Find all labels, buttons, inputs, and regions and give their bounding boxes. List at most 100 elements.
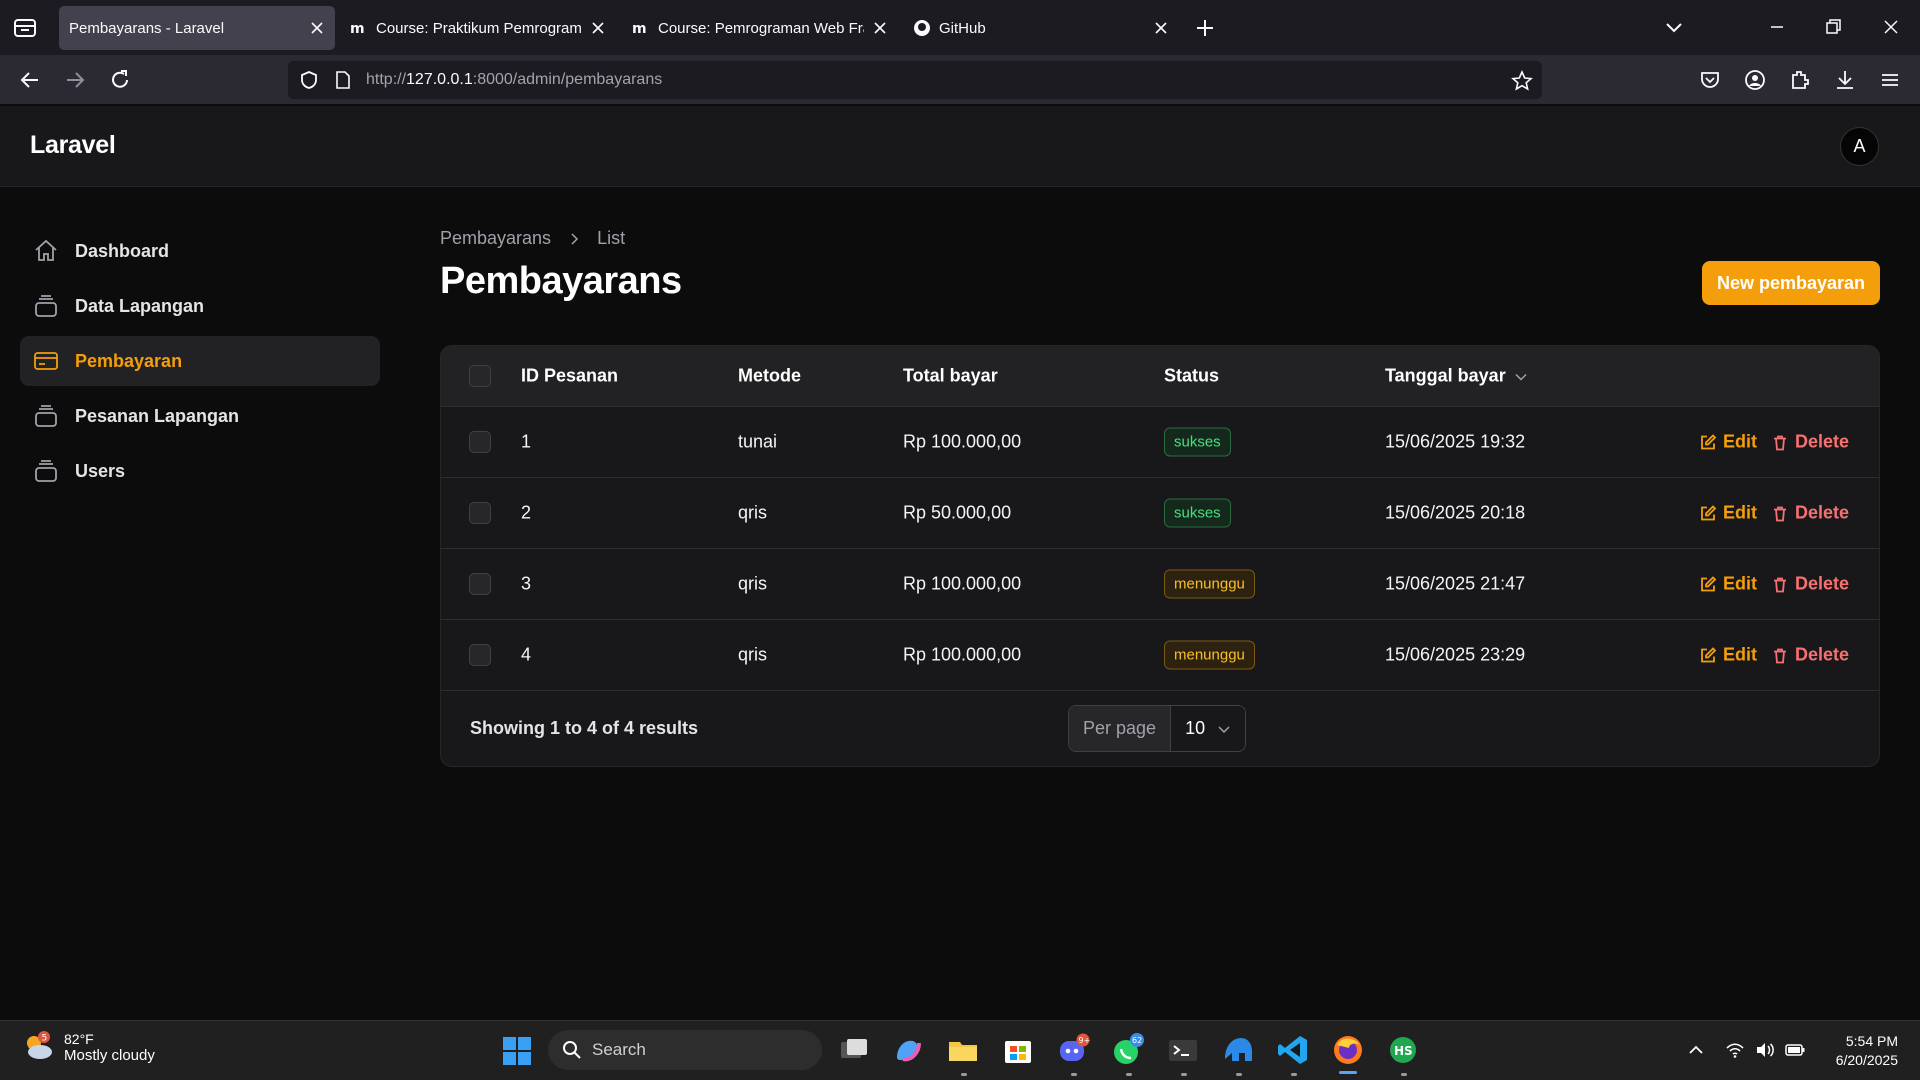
tab-course-pemrograman-web[interactable]: m Course: Pemrograman Web Frar [622,6,898,50]
list-all-tabs-icon[interactable] [12,16,38,40]
delete-button[interactable]: Delete [1771,574,1849,595]
brand-logo[interactable]: Laravel [30,131,116,160]
tab-pembayarans[interactable]: Pembayarans - Laravel [59,6,335,50]
taskbar-search[interactable]: Search [548,1030,822,1070]
account-icon[interactable] [1742,67,1768,93]
show-hidden-icons-chevron-up-icon[interactable] [1686,1041,1706,1059]
delete-button[interactable]: Delete [1771,645,1849,666]
bookmark-star-icon[interactable] [1511,70,1533,92]
cell-tanggal-bayar: 15/06/2025 20:18 [1385,502,1526,523]
firefox-icon[interactable] [1331,1033,1365,1067]
column-header-metode[interactable]: Metode [738,366,801,387]
github-icon [914,20,930,36]
column-header-id-pesanan[interactable]: ID Pesanan [521,366,618,387]
search-placeholder: Search [592,1040,646,1059]
microsoft-store-icon[interactable] [1001,1033,1035,1067]
wifi-icon[interactable] [1725,1041,1745,1059]
row-checkbox[interactable] [469,502,491,524]
home-icon [35,239,57,261]
breadcrumb-link-pembayarans[interactable]: Pembayarans [440,228,551,249]
row-checkbox[interactable] [469,644,491,666]
whatsapp-icon[interactable]: 62 [1111,1033,1145,1067]
battery-icon[interactable] [1785,1041,1805,1059]
sidebar-item-users[interactable]: Users [20,446,380,496]
table-row[interactable]: 3 qris Rp 100.000,00 menunggu 15/06/2025… [441,549,1879,620]
shield-icon[interactable] [299,70,319,90]
tab-course-praktikum[interactable]: m Course: Praktikum Pemrograma [340,6,616,50]
per-page-value[interactable]: 10 [1171,706,1246,751]
per-page-select[interactable]: Per page 10 [1068,705,1247,752]
back-icon[interactable] [17,67,43,93]
sidebar-item-data-lapangan[interactable]: Data Lapangan [20,281,380,331]
column-header-tanggal-bayar[interactable]: Tanggal bayar [1385,366,1528,387]
vscode-icon[interactable] [1276,1033,1310,1067]
row-checkbox[interactable] [469,431,491,453]
edit-button[interactable]: Edit [1699,432,1757,453]
close-icon[interactable] [309,20,325,36]
pencil-square-icon [1701,575,1717,591]
close-icon[interactable] [1153,20,1169,36]
downloads-icon[interactable] [1832,67,1858,93]
edit-label: Edit [1723,573,1757,594]
cell-id-pesanan: 1 [521,431,532,452]
sort-chevron-down-icon[interactable] [1514,369,1528,383]
discord-icon[interactable]: 9+ [1056,1033,1090,1067]
pocket-icon[interactable] [1697,67,1723,93]
page-icon[interactable] [334,70,352,90]
tableplus-elephant-icon[interactable] [1221,1033,1255,1067]
extensions-icon[interactable] [1787,67,1813,93]
file-explorer-icon[interactable] [946,1033,980,1067]
status-badge: menunggu [1164,640,1255,670]
edit-button[interactable]: Edit [1699,574,1757,595]
sidebar-item-dashboard[interactable]: Dashboard [20,226,380,276]
moodle-icon: m [350,21,365,37]
system-clock[interactable]: 5:54 PM 6/20/2025 [1836,1032,1898,1070]
row-checkbox[interactable] [469,573,491,595]
user-avatar[interactable]: A [1840,127,1879,166]
cell-id-pesanan: 2 [521,502,532,523]
column-header-status[interactable]: Status [1164,366,1219,387]
new-pembayaran-button[interactable]: New pembayaran [1702,261,1880,305]
reload-icon[interactable] [107,67,133,93]
delete-button[interactable]: Delete [1771,503,1849,524]
address-bar[interactable]: http://127.0.0.1:8000/admin/pembayarans [288,61,1542,99]
sidebar-item-pembayaran[interactable]: Pembayaran [20,336,380,386]
status-badge: menunggu [1164,569,1255,599]
delete-button[interactable]: Delete [1771,432,1849,453]
new-tab-icon[interactable] [1193,16,1217,40]
select-all-checkbox[interactable] [469,365,491,387]
heidisql-icon[interactable]: HS [1386,1033,1420,1067]
table-row[interactable]: 2 qris Rp 50.000,00 sukses 15/06/2025 20… [441,478,1879,549]
table-row[interactable]: 4 qris Rp 100.000,00 menunggu 15/06/2025… [441,620,1879,691]
menu-hamburger-icon[interactable] [1877,67,1903,93]
restore-icon[interactable] [1820,14,1846,40]
cell-id-pesanan: 3 [521,573,532,594]
cell-total-bayar: Rp 100.000,00 [903,644,1022,665]
close-window-icon[interactable] [1878,14,1904,40]
running-indicator [1181,1073,1187,1076]
table-row[interactable]: 1 tunai Rp 100.000,00 sukses 15/06/2025 … [441,407,1879,478]
edit-button[interactable]: Edit [1699,645,1757,666]
tab-github[interactable]: GitHub [903,6,1179,50]
copilot-icon[interactable] [891,1033,925,1067]
edit-button[interactable]: Edit [1699,503,1757,524]
volume-icon[interactable] [1755,1041,1775,1059]
delete-label: Delete [1795,502,1850,523]
svg-text:HS: HS [1394,1044,1413,1058]
task-view-icon[interactable] [837,1033,871,1067]
sidebar-item-label: Data Lapangan [75,295,205,316]
clock-time: 5:54 PM [1845,1033,1898,1049]
url-text[interactable]: http://127.0.0.1:8000/admin/pembayarans [366,71,662,89]
sidebar-item-pesanan-lapangan[interactable]: Pesanan Lapangan [20,391,380,441]
weather-widget[interactable]: 5 82°F Mostly cloudy [20,1029,155,1065]
tab-overflow-chevron-icon[interactable] [1661,14,1687,40]
trash-icon [1774,435,1786,450]
tab-title: Course: Praktikum Pemrograma [376,19,582,37]
windows-start-icon[interactable] [502,1036,532,1066]
close-icon[interactable] [590,20,606,36]
forward-icon[interactable] [62,67,88,93]
terminal-icon[interactable] [1166,1033,1200,1067]
column-header-total-bayar[interactable]: Total bayar [903,366,998,387]
minimize-icon[interactable] [1764,14,1790,40]
close-icon[interactable] [872,20,888,36]
